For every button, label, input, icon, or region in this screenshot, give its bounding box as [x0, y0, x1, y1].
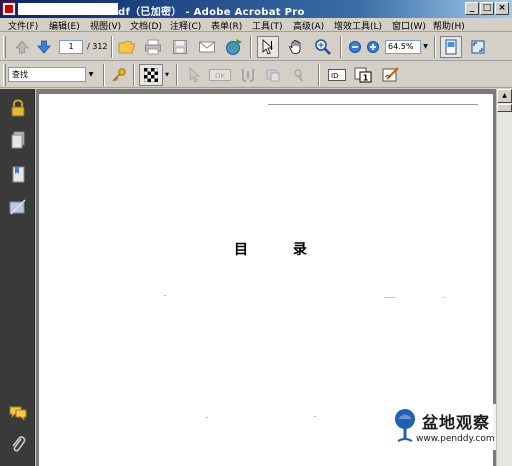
window-title: df（已加密） - Adobe Acrobat Pro [118, 7, 305, 18]
faint-mark [442, 297, 445, 298]
previous-page-icon[interactable] [11, 36, 33, 58]
toolbar-separator [434, 36, 436, 58]
toolbar-separator [133, 64, 135, 86]
menu-bar: 文件(F) 编辑(E) 视图(V) 文档(D) 注释(C) 表单(R) 工具(T… [0, 18, 512, 32]
zoom-in-icon[interactable] [362, 36, 384, 58]
comments-icon[interactable] [7, 402, 29, 424]
find-dropdown-arrow-icon[interactable]: ▼ [86, 67, 96, 82]
svg-text:OK: OK [215, 72, 226, 80]
link-tool-disabled-icon[interactable] [288, 64, 310, 86]
svg-text:ID: ID [331, 72, 338, 80]
stamp-disabled-icon[interactable] [262, 64, 284, 86]
faint-mark [314, 416, 316, 417]
main-toolbar: 1 / 312 64.5% ▼ [0, 33, 512, 61]
web-globe-icon[interactable] [223, 36, 245, 58]
bracket-tool-disabled-icon[interactable] [237, 64, 259, 86]
page-count: / 312 [87, 42, 108, 51]
toolbar-separator [340, 36, 342, 58]
menu-view[interactable]: 视图(V) [90, 19, 121, 32]
zoom-icon[interactable] [312, 36, 334, 58]
key-icon[interactable] [108, 64, 130, 86]
menu-plugins[interactable]: 增效工具(L) [334, 19, 382, 32]
hand-tool-icon[interactable] [285, 36, 307, 58]
penddy-logo [395, 409, 415, 442]
navigation-panel [0, 89, 35, 466]
watermark-site-name: 盆地观察 [422, 413, 491, 432]
print-icon[interactable] [142, 36, 164, 58]
full-screen-icon[interactable] [467, 36, 489, 58]
toolbar-separator [250, 36, 252, 58]
secondary-toolbar: 查找 ▼ ▼ OK ID 1 [0, 62, 512, 88]
title-bar: df（已加密） - Adobe Acrobat Pro _ □ × [0, 0, 512, 18]
menu-comments[interactable]: 注释(C) [170, 19, 201, 32]
acrobat-app-icon[interactable] [2, 2, 16, 16]
lock-icon[interactable] [7, 97, 29, 119]
checkerboard-icon[interactable] [139, 64, 163, 86]
open-folder-icon[interactable] [116, 36, 138, 58]
ok-button-disabled-icon[interactable]: OK [207, 64, 233, 86]
minimize-button[interactable]: _ [465, 2, 479, 15]
header-rule [268, 104, 478, 105]
single-page-icon[interactable] [440, 36, 462, 58]
page-number-tool-icon[interactable]: 1 [352, 64, 374, 86]
zoom-level-field[interactable]: 64.5% [385, 40, 421, 54]
watermark-url: www.penddy.com [416, 434, 495, 444]
text-field-icon[interactable]: ID [326, 64, 348, 86]
site-watermark: 盆地观察 www.penddy.com [390, 404, 496, 450]
toolbar-grip[interactable] [3, 36, 6, 58]
menu-edit[interactable]: 编辑(E) [49, 19, 80, 32]
vertical-scrollbar[interactable]: ▲ [496, 89, 512, 466]
toolbar-grip[interactable] [3, 64, 6, 86]
menu-forms[interactable]: 表单(R) [211, 19, 242, 32]
arrow-select-disabled-icon[interactable] [183, 64, 205, 86]
faint-mark [384, 297, 396, 298]
faint-mark [206, 417, 208, 418]
signatures-icon[interactable] [7, 196, 29, 218]
checkerboard-dropdown-arrow-icon[interactable]: ▼ [163, 64, 171, 86]
faint-mark [164, 295, 166, 296]
pages-icon[interactable] [7, 129, 29, 151]
zoom-dropdown-arrow-icon[interactable]: ▼ [421, 40, 430, 54]
sign-document-icon[interactable] [380, 64, 402, 86]
menu-file[interactable]: 文件(F) [8, 19, 38, 32]
paperclip-icon[interactable] [7, 433, 29, 455]
toolbar-separator [111, 36, 113, 58]
menu-window[interactable]: 窗口(W) [392, 19, 426, 32]
svg-text:1: 1 [363, 74, 369, 83]
email-icon[interactable] [196, 36, 218, 58]
next-page-icon[interactable] [33, 36, 55, 58]
toolbar-separator [103, 64, 105, 86]
title-redaction [18, 3, 118, 15]
toolbar-separator [176, 64, 178, 86]
select-cursor-icon[interactable] [257, 36, 279, 58]
maximize-button[interactable]: □ [480, 2, 494, 15]
toolbar-separator [318, 64, 320, 86]
menu-tools[interactable]: 工具(T) [252, 19, 283, 32]
page-number-input[interactable]: 1 [59, 40, 83, 54]
find-input[interactable]: 查找 [8, 67, 86, 82]
toc-heading: 目 录 [234, 242, 327, 258]
menu-document[interactable]: 文档(D) [130, 19, 162, 32]
scroll-thumb[interactable] [497, 104, 512, 112]
menu-advanced[interactable]: 高级(A) [293, 19, 324, 32]
bookmarks-icon[interactable] [7, 163, 29, 185]
menu-help[interactable]: 帮助(H) [433, 19, 465, 32]
close-button[interactable]: × [495, 2, 509, 15]
scroll-up-arrow-icon[interactable]: ▲ [497, 89, 512, 103]
save-icon[interactable] [169, 36, 191, 58]
